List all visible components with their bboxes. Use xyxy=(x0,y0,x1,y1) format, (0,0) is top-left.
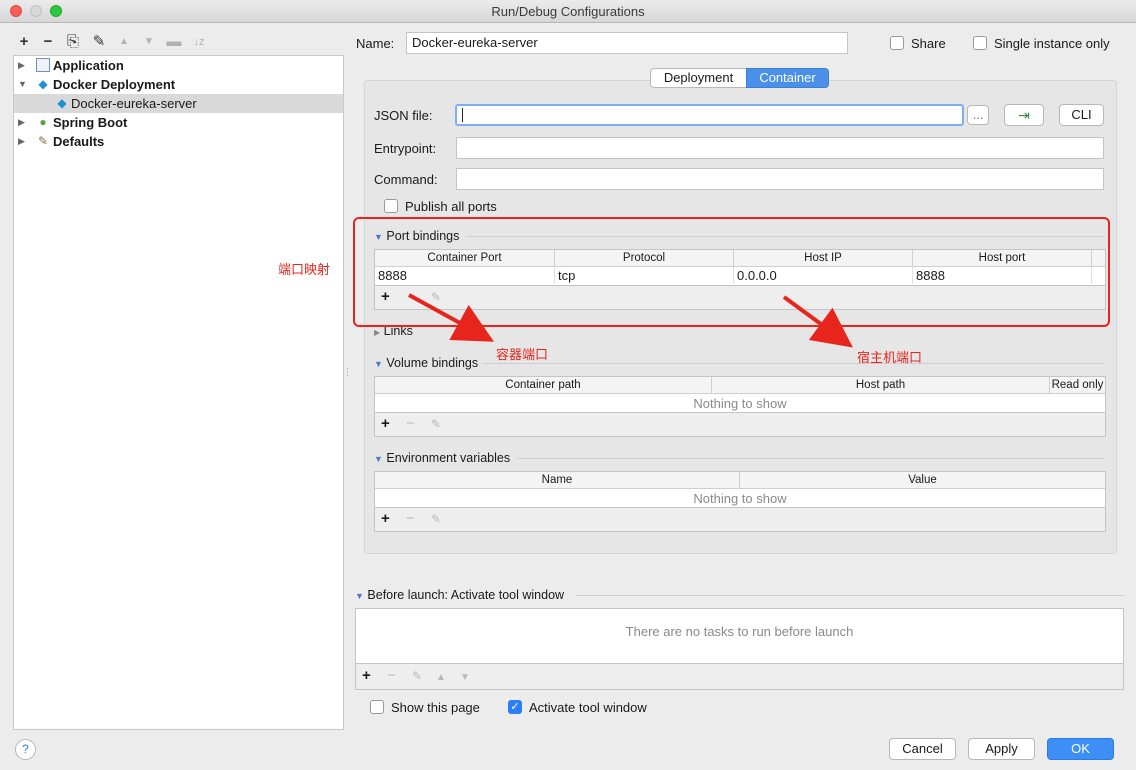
host-port-arrow xyxy=(782,295,853,348)
container-port-arrow xyxy=(408,293,495,342)
annotation-arrows xyxy=(408,293,853,348)
